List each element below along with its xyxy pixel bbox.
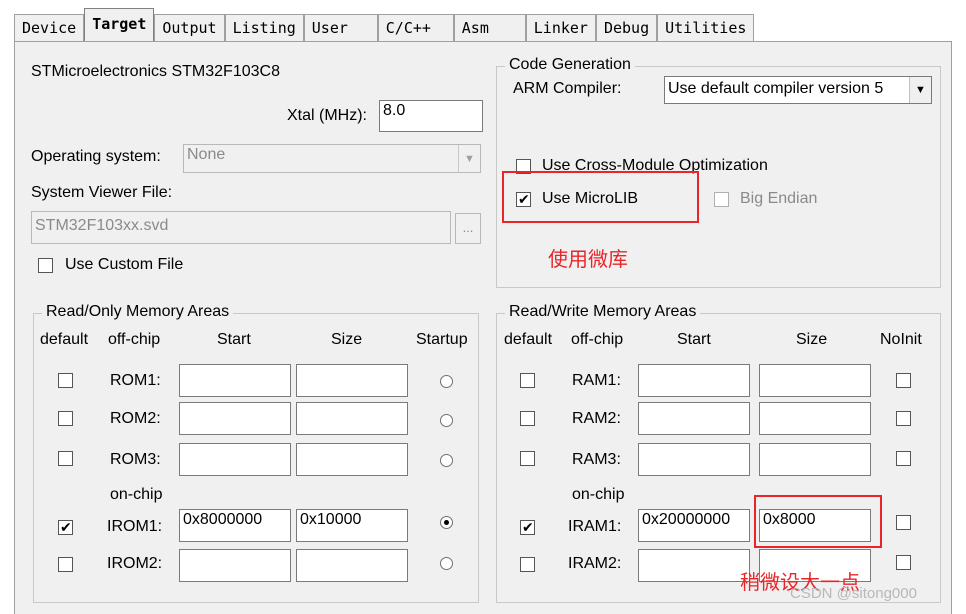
compiler-select[interactable]: Use default compiler version 5 ▼ bbox=[664, 76, 932, 104]
irom1-size-input[interactable]: 0x10000 bbox=[296, 509, 408, 542]
check-icon: ✔ bbox=[522, 519, 534, 535]
rw-header-noinit: NoInit bbox=[880, 331, 922, 348]
rw-header-start: Start bbox=[677, 331, 711, 348]
check-icon: ✔ bbox=[60, 519, 72, 535]
irom2-label: IROM2: bbox=[107, 555, 163, 572]
rom1-start-input[interactable] bbox=[179, 364, 291, 397]
rom3-default-checkbox[interactable] bbox=[58, 451, 73, 466]
ram2-default-checkbox[interactable] bbox=[520, 411, 535, 426]
ram3-start-input[interactable] bbox=[638, 443, 750, 476]
rw-header-offchip: off-chip bbox=[571, 331, 624, 348]
custom-file-label: Use Custom File bbox=[65, 256, 184, 273]
tab-linker[interactable]: Linker bbox=[525, 14, 596, 42]
irom1-default-checkbox[interactable]: ✔ bbox=[58, 519, 73, 535]
ram2-size-input[interactable] bbox=[759, 402, 871, 435]
iram1-noinit-checkbox[interactable] bbox=[896, 515, 911, 530]
iram2-start-input[interactable] bbox=[638, 549, 750, 582]
compiler-label: ARM Compiler: bbox=[513, 80, 622, 97]
device-name-label: STMicroelectronics STM32F103C8 bbox=[31, 63, 280, 80]
code-generation-legend: Code Generation bbox=[505, 56, 635, 74]
tab-device[interactable]: Device bbox=[14, 14, 85, 42]
tab-user[interactable]: User bbox=[303, 14, 378, 42]
ram3-noinit-checkbox[interactable] bbox=[896, 451, 911, 466]
ram1-noinit-checkbox[interactable] bbox=[896, 373, 911, 388]
irom1-startup-radio[interactable] bbox=[440, 516, 453, 529]
os-select[interactable]: None ▼ bbox=[183, 144, 481, 173]
tab-asm[interactable]: Asm bbox=[453, 14, 526, 42]
irom2-startup-radio[interactable] bbox=[440, 557, 453, 570]
ro-onchip-label: on-chip bbox=[110, 486, 163, 503]
iram-size-highlight-box bbox=[754, 495, 882, 548]
rw-header-default: default bbox=[504, 331, 553, 348]
rw-memory-legend: Read/Write Memory Areas bbox=[505, 303, 701, 321]
iram2-label: IRAM2: bbox=[568, 555, 622, 572]
svd-browse-button[interactable]: ... bbox=[455, 213, 481, 244]
ro-memory-legend: Read/Only Memory Areas bbox=[42, 303, 234, 321]
big-endian-label: Big Endian bbox=[740, 190, 818, 207]
compiler-select-value: Use default compiler version 5 bbox=[668, 80, 884, 97]
rom2-start-input[interactable] bbox=[179, 402, 291, 435]
irom2-size-input[interactable] bbox=[296, 549, 408, 582]
big-endian-checkbox[interactable] bbox=[714, 192, 729, 207]
chevron-down-icon: ▼ bbox=[909, 77, 931, 103]
rom2-startup-radio[interactable] bbox=[440, 414, 453, 427]
rom1-size-input[interactable] bbox=[296, 364, 408, 397]
irom1-start-input[interactable]: 0x8000000 bbox=[179, 509, 291, 542]
os-label: Operating system: bbox=[31, 148, 161, 165]
rom3-start-input[interactable] bbox=[179, 443, 291, 476]
ram1-label: RAM1: bbox=[572, 372, 621, 389]
tab-cpp[interactable]: C/C++ bbox=[377, 14, 454, 42]
ram2-start-input[interactable] bbox=[638, 402, 750, 435]
ram1-size-input[interactable] bbox=[759, 364, 871, 397]
rom1-default-checkbox[interactable] bbox=[58, 373, 73, 388]
rom1-startup-radio[interactable] bbox=[440, 375, 453, 388]
iram1-default-checkbox[interactable]: ✔ bbox=[520, 519, 535, 535]
ro-header-size: Size bbox=[331, 331, 363, 348]
xtal-label: Xtal (MHz): bbox=[287, 107, 367, 124]
ram1-start-input[interactable] bbox=[638, 364, 750, 397]
irom1-label: IROM1: bbox=[107, 518, 163, 535]
tab-debug[interactable]: Debug bbox=[595, 14, 658, 42]
custom-file-checkbox[interactable] bbox=[38, 258, 53, 273]
ro-header-default: default bbox=[40, 331, 89, 348]
iram2-default-checkbox[interactable] bbox=[520, 557, 535, 572]
rom3-startup-radio[interactable] bbox=[440, 454, 453, 467]
ram1-default-checkbox[interactable] bbox=[520, 373, 535, 388]
tab-output[interactable]: Output bbox=[154, 14, 225, 42]
rom2-size-input[interactable] bbox=[296, 402, 408, 435]
xtal-input[interactable]: 8.0 bbox=[379, 100, 483, 132]
ro-header-start: Start bbox=[217, 331, 251, 348]
rom3-size-input[interactable] bbox=[296, 443, 408, 476]
radio-selected-dot bbox=[444, 520, 449, 525]
irom2-default-checkbox[interactable] bbox=[58, 557, 73, 572]
rom3-label: ROM3: bbox=[110, 451, 161, 468]
iram1-label: IRAM1: bbox=[568, 518, 622, 535]
irom2-start-input[interactable] bbox=[179, 549, 291, 582]
ro-header-offchip: off-chip bbox=[108, 331, 161, 348]
os-select-value: None bbox=[187, 146, 226, 163]
watermark: CSDN @sitong000 bbox=[790, 585, 917, 602]
iram2-noinit-checkbox[interactable] bbox=[896, 555, 911, 570]
ro-header-startup: Startup bbox=[416, 331, 468, 348]
rom1-label: ROM1: bbox=[110, 372, 161, 389]
ram2-noinit-checkbox[interactable] bbox=[896, 411, 911, 426]
microlib-annotation: 使用微库 bbox=[548, 247, 628, 271]
chevron-down-icon: ▼ bbox=[458, 145, 480, 172]
ram3-default-checkbox[interactable] bbox=[520, 451, 535, 466]
rw-header-size: Size bbox=[796, 331, 828, 348]
microlib-highlight-box bbox=[502, 171, 699, 223]
rom2-label: ROM2: bbox=[110, 410, 161, 427]
tab-strip: Device Target Output Listing User C/C++ … bbox=[14, 8, 755, 42]
rom2-default-checkbox[interactable] bbox=[58, 411, 73, 426]
iram1-start-input[interactable]: 0x20000000 bbox=[638, 509, 750, 542]
rw-onchip-label: on-chip bbox=[572, 486, 625, 503]
ram2-label: RAM2: bbox=[572, 410, 621, 427]
svd-label: System Viewer File: bbox=[31, 184, 173, 201]
ram3-label: RAM3: bbox=[572, 451, 621, 468]
tab-utilities[interactable]: Utilities bbox=[657, 14, 755, 42]
svd-input[interactable]: STM32F103xx.svd bbox=[31, 211, 451, 244]
tab-listing[interactable]: Listing bbox=[224, 14, 304, 42]
ram3-size-input[interactable] bbox=[759, 443, 871, 476]
tab-target[interactable]: Target bbox=[84, 8, 155, 42]
